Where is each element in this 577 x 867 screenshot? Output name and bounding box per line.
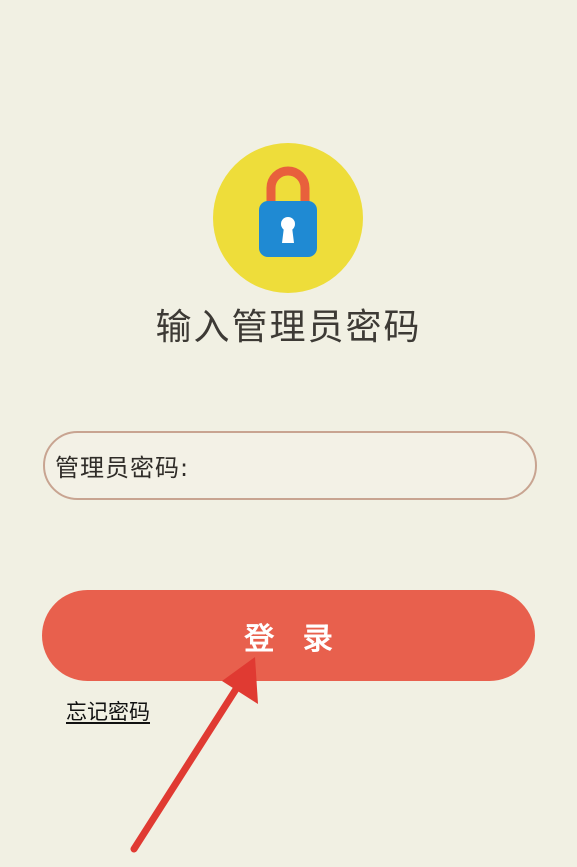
password-field[interactable]: 管理员密码: xyxy=(43,431,537,500)
login-button-label: 登 录 xyxy=(244,621,342,657)
password-label: 管理员密码: xyxy=(55,454,190,482)
page-title: 输入管理员密码 xyxy=(155,307,422,348)
login-button[interactable]: 登 录 xyxy=(42,590,535,681)
forgot-password-link[interactable]: 忘记密码 xyxy=(66,696,150,726)
lock-badge xyxy=(213,143,363,293)
password-input[interactable] xyxy=(189,434,535,497)
padlock-icon xyxy=(259,166,317,257)
